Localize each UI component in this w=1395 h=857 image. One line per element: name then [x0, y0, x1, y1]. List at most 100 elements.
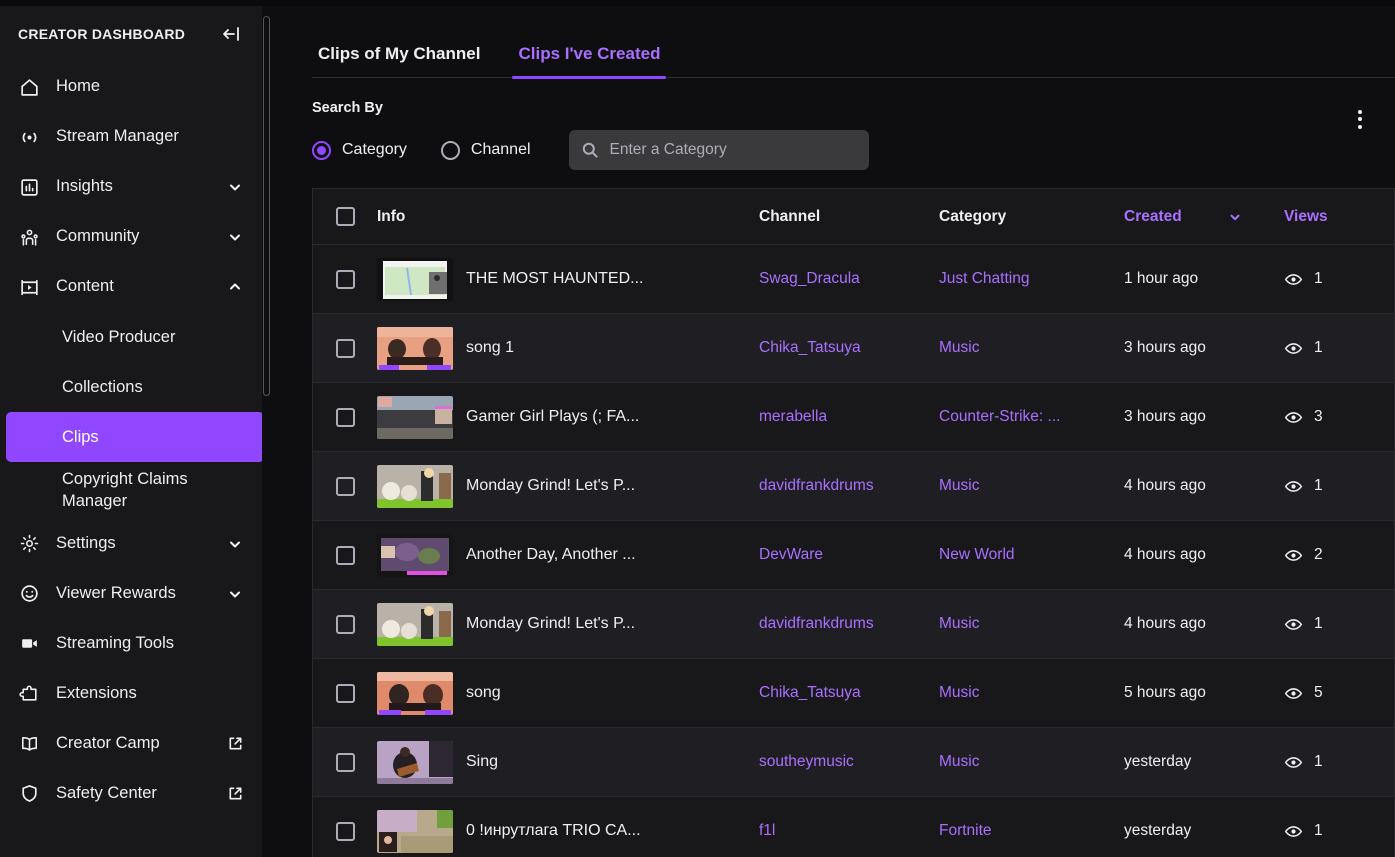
- clip-thumbnail[interactable]: [377, 533, 453, 577]
- row-checkbox[interactable]: [335, 269, 355, 289]
- clip-channel-cell: merabella: [759, 408, 939, 426]
- tab-clips-ive-created[interactable]: Clips I've Created: [512, 44, 667, 79]
- sidebar-item-settings[interactable]: Settings: [0, 519, 262, 569]
- channel-link[interactable]: f1l: [759, 822, 939, 840]
- table-row[interactable]: Sing southeymusic Music yesterday 1: [312, 727, 1395, 796]
- category-link[interactable]: New World: [939, 546, 1124, 564]
- channel-link[interactable]: davidfrankdrums: [759, 615, 939, 633]
- clip-created-cell: yesterday: [1124, 822, 1284, 840]
- category-link[interactable]: Music: [939, 477, 1124, 495]
- sidebar-item-collections[interactable]: Collections: [6, 362, 262, 412]
- category-link[interactable]: Just Chatting: [939, 270, 1124, 288]
- radio-option-category[interactable]: Category: [312, 140, 407, 160]
- category-link[interactable]: Music: [939, 684, 1124, 702]
- clip-channel-cell: Chika_Tatsuya: [759, 684, 939, 702]
- category-link[interactable]: Music: [939, 339, 1124, 357]
- created-text: 3 hours ago: [1124, 339, 1206, 356]
- chevron-down-icon[interactable]: [226, 178, 244, 196]
- clip-thumbnail[interactable]: [377, 809, 453, 853]
- clip-info-cell: 0 !инрутлага TRIO CA...: [377, 809, 759, 853]
- channel-link[interactable]: Chika_Tatsuya: [759, 339, 939, 357]
- chevron-down-icon[interactable]: [226, 228, 244, 246]
- category-link[interactable]: Music: [939, 615, 1124, 633]
- radio-option-channel[interactable]: Channel: [440, 140, 531, 160]
- channel-link[interactable]: DevWare: [759, 546, 939, 564]
- sidebar-item-streaming-tools[interactable]: Streaming Tools: [0, 619, 262, 669]
- table-row[interactable]: THE MOST HAUNTED... Swag_Dracula Just Ch…: [312, 244, 1395, 313]
- search-input[interactable]: [609, 141, 857, 159]
- table-row[interactable]: song Chika_Tatsuya Music 5 hours ago 5: [312, 658, 1395, 727]
- channel-link[interactable]: southeymusic: [759, 753, 939, 771]
- channel-link[interactable]: Swag_Dracula: [759, 270, 939, 288]
- table-row[interactable]: 0 !инрутлага TRIO CA... f1l Fortnite yes…: [312, 796, 1395, 857]
- clip-category-cell: Music: [939, 753, 1124, 771]
- kebab-dot: [1358, 117, 1362, 121]
- clip-thumbnail[interactable]: [377, 257, 453, 301]
- row-checkbox[interactable]: [335, 752, 355, 772]
- kebab-dot: [1358, 124, 1362, 129]
- column-header-views-label[interactable]: Views: [1284, 208, 1328, 226]
- chevron-down-icon[interactable]: [226, 535, 244, 553]
- sidebar-item-stream-manager[interactable]: Stream Manager: [0, 112, 262, 162]
- table-row[interactable]: song 1 Chika_Tatsuya Music 3 hours ago 1: [312, 313, 1395, 382]
- column-header-created-label[interactable]: Created: [1124, 208, 1182, 226]
- sidebar-item-content[interactable]: Content: [0, 262, 262, 312]
- channel-link[interactable]: merabella: [759, 408, 939, 426]
- clip-thumbnail[interactable]: [377, 326, 453, 370]
- search-field[interactable]: [568, 130, 869, 170]
- eye-icon: [1284, 822, 1303, 841]
- sidebar-item-clips[interactable]: Clips: [6, 412, 262, 462]
- tab-clips-of-my-channel[interactable]: Clips of My Channel: [312, 44, 486, 78]
- sort-chevron-down-icon[interactable]: [1228, 210, 1242, 224]
- row-checkbox[interactable]: [335, 338, 355, 358]
- select-all-checkbox[interactable]: [335, 207, 355, 226]
- sidebar-item-viewer-rewards[interactable]: Viewer Rewards: [0, 569, 262, 619]
- clip-thumbnail[interactable]: [377, 602, 453, 646]
- category-link[interactable]: Counter-Strike: ...: [939, 408, 1124, 426]
- eye-icon: [1284, 270, 1303, 289]
- radio-category-indicator[interactable]: [312, 140, 331, 160]
- sidebar-item-video-producer[interactable]: Video Producer: [6, 312, 262, 362]
- clip-thumbnail[interactable]: [377, 464, 453, 508]
- row-checkbox[interactable]: [335, 545, 355, 565]
- table-row[interactable]: Monday Grind! Let's P... davidfrankdrums…: [312, 451, 1395, 520]
- row-checkbox[interactable]: [335, 614, 355, 634]
- sidebar-item-copyright-claims-manager[interactable]: Copyright Claims Manager: [6, 462, 262, 519]
- category-link[interactable]: Fortnite: [939, 822, 1124, 840]
- clip-thumbnail[interactable]: [377, 740, 453, 784]
- column-header-created[interactable]: Created: [1124, 208, 1284, 226]
- category-link[interactable]: Music: [939, 753, 1124, 771]
- sidebar-item-home[interactable]: Home: [0, 62, 262, 112]
- table-row[interactable]: Gamer Girl Plays (; FA... merabella Coun…: [312, 382, 1395, 451]
- row-select-cell: [313, 614, 377, 634]
- radio-channel-indicator[interactable]: [440, 140, 460, 160]
- eye-icon: [1284, 546, 1303, 565]
- clip-created-cell: 4 hours ago: [1124, 615, 1284, 633]
- row-checkbox[interactable]: [335, 476, 355, 496]
- chevron-up-icon[interactable]: [226, 278, 244, 296]
- sidebar-item-extensions[interactable]: Extensions: [0, 669, 262, 719]
- sidebar-nav: Home Stream Manager Insights Community C…: [0, 62, 262, 829]
- sidebar-item-safety-center[interactable]: Safety Center: [0, 769, 262, 819]
- sidebar-scrollbar-thumb[interactable]: [263, 16, 270, 396]
- sidebar-scrollbar[interactable]: [262, 10, 271, 857]
- kebab-menu-icon[interactable]: [1343, 102, 1377, 136]
- content-frame-icon: [18, 276, 40, 298]
- sidebar-item-insights[interactable]: Insights: [0, 162, 262, 212]
- row-checkbox[interactable]: [335, 821, 355, 841]
- row-checkbox[interactable]: [335, 683, 355, 703]
- sidebar-item-creator-camp[interactable]: Creator Camp: [0, 719, 262, 769]
- clip-title: Monday Grind! Let's P...: [466, 615, 636, 632]
- table-row[interactable]: Another Day, Another ... DevWare New Wor…: [312, 520, 1395, 589]
- chevron-down-icon[interactable]: [226, 585, 244, 603]
- home-icon: [18, 76, 40, 98]
- collapse-left-arrow-icon[interactable]: [218, 21, 244, 47]
- sidebar: CREATOR DASHBOARD Home Stream Manager In…: [0, 6, 262, 857]
- table-row[interactable]: Monday Grind! Let's P... davidfrankdrums…: [312, 589, 1395, 658]
- clip-thumbnail[interactable]: [377, 395, 453, 439]
- channel-link[interactable]: davidfrankdrums: [759, 477, 939, 495]
- sidebar-item-community[interactable]: Community: [0, 212, 262, 262]
- row-checkbox[interactable]: [335, 407, 355, 427]
- clip-thumbnail[interactable]: [377, 671, 453, 715]
- channel-link[interactable]: Chika_Tatsuya: [759, 684, 939, 702]
